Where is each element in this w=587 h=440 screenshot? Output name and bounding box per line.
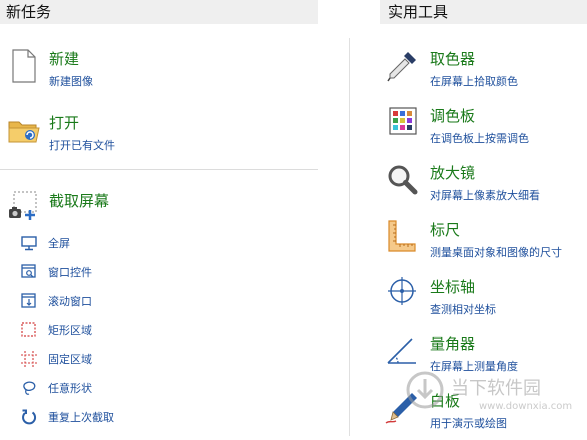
- capture-option-label: 任意形状: [48, 382, 92, 395]
- capture-option-label: 滚动窗口: [48, 295, 92, 308]
- open-title: 打开: [49, 114, 80, 132]
- utilities-header: 实用工具: [380, 0, 587, 24]
- new-image-item[interactable]: 新建 新建图像: [0, 48, 320, 106]
- capture-scroll-window[interactable]: 滚动窗口: [20, 290, 280, 314]
- watermark-url: www.downxia.com: [479, 401, 573, 412]
- axis-tool[interactable]: 坐标轴 查测相对坐标: [384, 276, 584, 326]
- tool-subtitle: 对屏幕上像素放大细看: [430, 189, 540, 202]
- new-subtitle: 新建图像: [49, 75, 93, 88]
- capture-screen-title: 截取屏幕: [49, 192, 110, 210]
- capture-rectangle-region[interactable]: 矩形区域: [20, 319, 280, 343]
- tool-title: 调色板: [430, 107, 476, 125]
- monitor-icon: [21, 236, 37, 251]
- tool-subtitle: 在屏幕上拾取颜色: [430, 75, 518, 88]
- capture-option-label: 重复上次截取: [48, 411, 114, 424]
- new-title: 新建: [49, 50, 80, 68]
- tool-title: 坐标轴: [430, 278, 476, 296]
- capture-option-label: 矩形区域: [48, 324, 92, 337]
- tool-title: 取色器: [430, 50, 476, 68]
- capture-fixed-region[interactable]: 固定区域: [20, 348, 280, 372]
- new-file-icon: [12, 49, 36, 83]
- repeat-icon: [22, 409, 37, 425]
- tool-title: 放大镜: [430, 164, 476, 182]
- scroll-window-icon: [21, 293, 36, 308]
- tool-title: 量角器: [430, 335, 476, 353]
- open-folder-icon: [8, 121, 40, 143]
- open-file-item[interactable]: 打开 打开已有文件: [0, 112, 320, 170]
- watermark: 当下软件园 www.downxia.com: [405, 370, 585, 420]
- tool-subtitle: 测量桌面对象和图像的尺寸: [430, 246, 562, 259]
- capture-fullscreen[interactable]: 全屏: [20, 232, 280, 256]
- capture-repeat-last[interactable]: 重复上次截取: [20, 406, 280, 430]
- capture-window-control[interactable]: 窗口控件: [20, 261, 280, 285]
- protractor-icon: [387, 338, 416, 364]
- rectangle-select-icon: [21, 322, 36, 337]
- crosshair-icon: [388, 277, 416, 305]
- column-divider: [349, 38, 350, 436]
- palette-icon: [389, 107, 417, 135]
- eyedropper-icon: [387, 52, 416, 82]
- capture-option-label: 窗口控件: [48, 266, 92, 279]
- capture-option-label: 固定区域: [48, 353, 92, 366]
- fixed-region-icon: [21, 351, 37, 367]
- capture-screen-icon: [9, 191, 37, 220]
- capture-option-label: 全屏: [48, 237, 70, 250]
- capture-screen-item[interactable]: 截取屏幕: [0, 190, 320, 222]
- tool-subtitle: 在调色板上按需调色: [430, 132, 529, 145]
- color-picker-tool[interactable]: 取色器 在屏幕上拾取颜色: [384, 48, 584, 98]
- magnifier-icon: [388, 165, 418, 195]
- open-subtitle: 打开已有文件: [49, 139, 115, 152]
- capture-freeform[interactable]: 任意形状: [20, 377, 280, 401]
- window-search-icon: [21, 264, 36, 278]
- watermark-logo-icon: [406, 371, 444, 409]
- ruler-tool[interactable]: 标尺 测量桌面对象和图像的尺寸: [384, 219, 584, 269]
- tool-subtitle: 查测相对坐标: [430, 303, 496, 316]
- new-task-header: 新任务: [0, 0, 318, 24]
- tool-title: 标尺: [430, 221, 461, 239]
- palette-tool[interactable]: 调色板 在调色板上按需调色: [384, 105, 584, 155]
- magnifier-tool[interactable]: 放大镜 对屏幕上像素放大细看: [384, 162, 584, 212]
- watermark-text: 当下软件园: [451, 378, 541, 399]
- ruler-icon: [388, 220, 416, 252]
- lasso-icon: [23, 381, 36, 395]
